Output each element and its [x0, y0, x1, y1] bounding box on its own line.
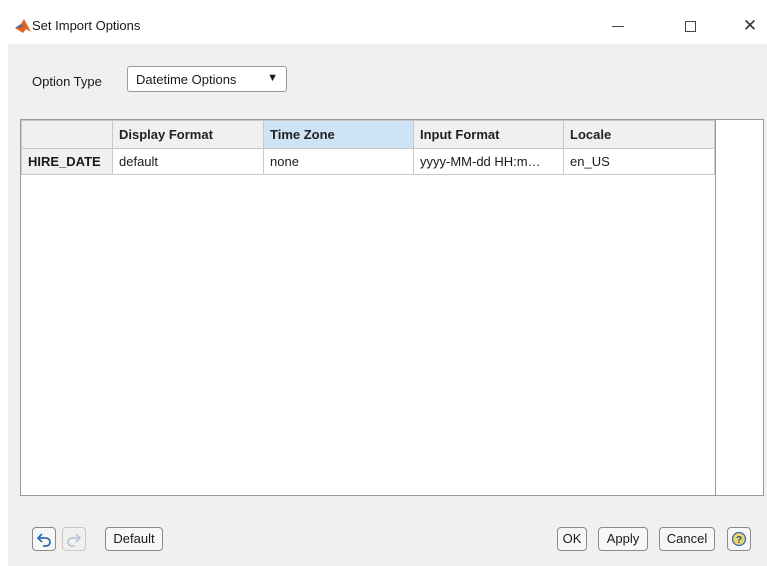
- column-header-time-zone[interactable]: Time Zone: [263, 120, 414, 149]
- column-header-locale[interactable]: Locale: [563, 120, 715, 149]
- window-title: Set Import Options: [32, 18, 141, 33]
- table-row: HIRE_DATE default none yyyy-MM-dd HH:m… …: [21, 148, 715, 175]
- default-button[interactable]: Default: [105, 527, 163, 551]
- ok-button[interactable]: OK: [557, 527, 587, 551]
- chevron-down-icon: ▼: [267, 72, 278, 84]
- apply-button[interactable]: Apply: [598, 527, 648, 551]
- matlab-logo-icon: [15, 19, 31, 33]
- options-table: Display Format Time Zone Input Format Lo…: [20, 119, 764, 496]
- corner-header: [21, 120, 113, 149]
- minimize-button[interactable]: [604, 14, 632, 38]
- option-type-label: Option Type: [32, 74, 102, 89]
- table-header-row: Display Format Time Zone Input Format Lo…: [21, 120, 715, 149]
- maximize-icon: [684, 20, 696, 32]
- help-button[interactable]: ?: [727, 527, 751, 551]
- cell-locale[interactable]: en_US: [563, 148, 715, 175]
- maximize-button[interactable]: [676, 14, 704, 38]
- minimize-icon: [612, 25, 624, 27]
- option-type-value: Datetime Options: [136, 72, 237, 87]
- option-type-dropdown[interactable]: Datetime Options ▼: [127, 66, 287, 92]
- svg-text:?: ?: [736, 535, 742, 546]
- undo-button[interactable]: [32, 527, 56, 551]
- redo-button[interactable]: [62, 527, 86, 551]
- cell-time-zone[interactable]: none: [263, 148, 414, 175]
- column-header-input-format[interactable]: Input Format: [413, 120, 564, 149]
- undo-icon: [36, 533, 51, 547]
- cell-input-format[interactable]: yyyy-MM-dd HH:m…: [413, 148, 564, 175]
- title-bar: Set Import Options ✕: [8, 8, 767, 44]
- cell-display-format[interactable]: default: [112, 148, 264, 175]
- row-header: HIRE_DATE: [21, 148, 113, 175]
- help-icon: ?: [731, 531, 747, 547]
- set-import-options-dialog: Set Import Options ✕ Option Type Datetim…: [8, 8, 767, 566]
- redo-icon: [67, 533, 82, 547]
- table-divider: [715, 120, 716, 495]
- cancel-button[interactable]: Cancel: [659, 527, 715, 551]
- close-button[interactable]: ✕: [736, 14, 764, 38]
- column-header-display-format[interactable]: Display Format: [112, 120, 264, 149]
